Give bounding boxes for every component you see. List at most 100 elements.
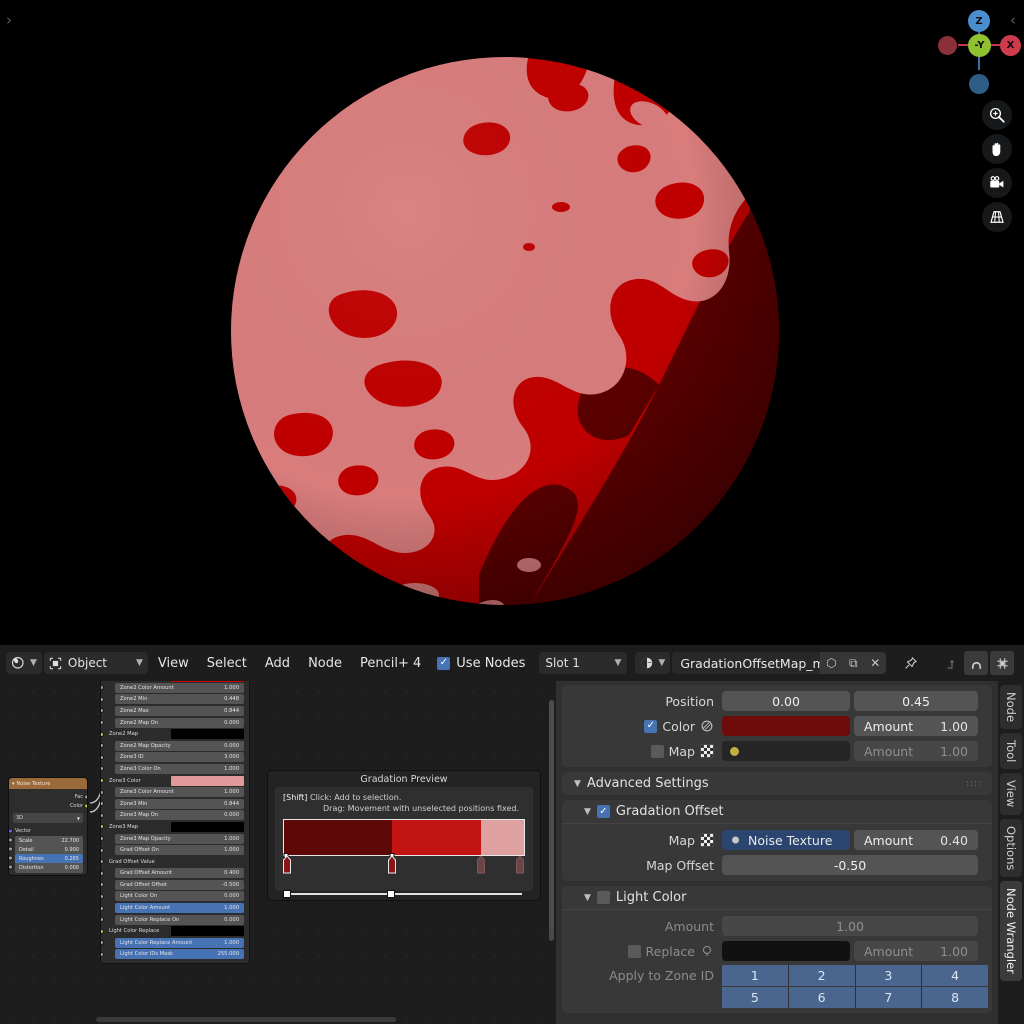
gizmo-axis-y[interactable]: -Y (968, 34, 991, 57)
n-panel-properties[interactable]: Position 0.00 0.45 ✓ Color Amount 1.00 ✓ (556, 681, 998, 1024)
menu-node[interactable]: Node (300, 652, 350, 674)
node-group-row[interactable]: Light Color Replace On0.000 (101, 914, 249, 926)
zone-id-button-2[interactable]: 2 (789, 965, 856, 986)
light-color-amount-field[interactable]: 1.00 (722, 916, 978, 936)
material-slot-dropdown[interactable]: Slot 1 ▼ (539, 652, 627, 674)
node-socket-dot[interactable] (100, 708, 104, 713)
node-row-field[interactable]: Grad Offset Offset-0.500 (115, 880, 244, 890)
viewport-left-collapse-icon[interactable]: › (2, 8, 16, 32)
noise-input-detail[interactable]: Detail 0.900 (13, 844, 83, 853)
node-row-color-swatch[interactable] (171, 776, 244, 786)
node-row-color-swatch[interactable] (171, 822, 244, 832)
gradation-map-amount-field[interactable]: Amount 0.40 (854, 830, 978, 850)
gradation-map-value-field[interactable]: Noise Texture (722, 830, 850, 850)
range-slider-max-handle[interactable] (387, 890, 395, 898)
node-socket-dot[interactable] (100, 859, 104, 864)
node-group-row[interactable]: Zone3 Map (101, 821, 249, 833)
node-group-row[interactable]: Light Color Amount1.000 (101, 902, 249, 914)
node-socket-dot[interactable] (100, 685, 104, 690)
node-socket-dot[interactable] (100, 790, 104, 795)
noise-output-fac[interactable]: Fac (13, 792, 83, 801)
node-socket-dot[interactable] (100, 906, 104, 911)
node-socket-dot[interactable] (100, 697, 104, 702)
zone-id-button-1[interactable]: 1 (722, 965, 789, 986)
light-color-replace-row[interactable]: ✓ Replace Amount 1.00 (562, 940, 992, 962)
node-group-row[interactable]: Zone2 Map (101, 728, 249, 740)
editor-type-button[interactable]: ▼ (6, 652, 42, 674)
noise-fac-socket[interactable] (84, 794, 89, 799)
advanced-settings-grip-icon[interactable]: :::: (966, 779, 982, 789)
node-row-field[interactable]: Zone2 Map On0.000 (115, 718, 244, 728)
menu-add[interactable]: Add (257, 652, 298, 674)
noise-vector-socket[interactable] (8, 828, 13, 833)
node-socket-dot[interactable] (100, 720, 104, 725)
fake-user-button[interactable]: ⬡ (820, 652, 842, 674)
replace-checkbox[interactable]: ✓ (628, 945, 641, 958)
light-color-header[interactable]: ▼ ✓ Light Color (562, 886, 992, 909)
node-socket-dot[interactable] (100, 940, 104, 945)
menu-view[interactable]: View (150, 652, 197, 674)
gradation-ramp-segment[interactable] (392, 820, 481, 855)
gizmo-axis-x[interactable]: X (1000, 35, 1021, 56)
snap-target-button[interactable] (990, 651, 1014, 675)
snap-magnet-button[interactable] (964, 651, 988, 675)
gizmo-axis-z[interactable]: Z (968, 10, 990, 32)
zone-id-button-6[interactable]: 6 (789, 987, 856, 1008)
gradation-preview-panel[interactable]: Gradation Preview [Shift] Click: Add to … (267, 770, 541, 901)
node-row-color-swatch[interactable] (171, 926, 244, 936)
node-row-field[interactable]: Zone2 Min0.448 (115, 694, 244, 704)
shader-type-dropdown[interactable]: Object ▼ (44, 652, 148, 674)
noise-texture-node[interactable]: ▾ Noise Texture Fac Color 3D ▼ V (8, 777, 88, 876)
noise-distortion-socket[interactable] (8, 864, 13, 869)
node-group-row[interactable]: Zone3 Color Amount1.000 (101, 786, 249, 798)
map-offset-value-field[interactable]: -0.50 (722, 855, 978, 875)
zone-id-button-7[interactable]: 7 (856, 987, 923, 1008)
shader-node-canvas[interactable]: ▾ Noise Texture Fac Color 3D ▼ V (0, 681, 556, 1024)
node-socket-dot[interactable] (100, 766, 104, 771)
gizmo-axis-neg-x[interactable] (938, 36, 957, 55)
node-socket-dot[interactable] (100, 894, 104, 899)
node-group-row[interactable]: Zone3 Color On1.000 (101, 763, 249, 775)
zone-id-button-3[interactable]: 3 (856, 965, 923, 986)
color-swatch[interactable] (722, 716, 850, 736)
node-row-field[interactable]: Zone3 Color Amount1.000 (115, 787, 244, 797)
node-socket-dot[interactable] (100, 801, 104, 806)
viewport-perspective-button[interactable] (982, 202, 1012, 232)
light-color-amount-row[interactable]: Amount 1.00 (562, 915, 992, 937)
node-row-field[interactable]: Light Color Replace Amount1.000 (115, 938, 244, 948)
gradation-offset-chevron-icon[interactable]: ▼ (584, 807, 591, 817)
side-tab-view[interactable]: View (1000, 773, 1022, 814)
viewport-navigation-gizmo[interactable]: Z X -Y (936, 2, 1022, 88)
node-row-field[interactable]: Grad Offset Amount0.400 (115, 868, 244, 878)
node-row-field[interactable]: Zone3 Map Opacity1.000 (115, 834, 244, 844)
side-tab-options[interactable]: Options (1000, 819, 1022, 877)
gradation-range-slider[interactable] (283, 890, 525, 898)
viewport-camera-button[interactable] (982, 168, 1012, 198)
node-group-row[interactable]: Zone2 Min0.448 (101, 694, 249, 706)
gradation-handle-row[interactable] (283, 856, 525, 876)
node-group-row[interactable]: Zone3 Min0.844 (101, 798, 249, 810)
noise-color-socket[interactable] (84, 803, 89, 808)
unlink-material-button[interactable]: ✕ (864, 652, 886, 674)
node-group-row[interactable]: Zone3 ID3.000 (101, 752, 249, 764)
gradation-stop-flag[interactable] (283, 856, 292, 874)
light-color-checkbox[interactable]: ✓ (597, 891, 610, 904)
noise-roughness-socket[interactable] (8, 855, 13, 860)
advanced-settings-chevron-icon[interactable]: ▼ (574, 779, 581, 789)
node-group-inputs-node[interactable]: Zone2 ColorZone2 Color Amount1.000Zone2 … (100, 681, 250, 964)
node-group-row[interactable]: Light Color On0.000 (101, 891, 249, 903)
zone-id-buttons-2[interactable]: 5678 (722, 987, 988, 1008)
node-row-color-swatch[interactable] (171, 729, 244, 739)
duplicate-material-button[interactable]: ⧉ (842, 652, 864, 674)
gradation-stop-flag[interactable] (516, 856, 525, 874)
gradation-stop-flag[interactable] (387, 856, 396, 874)
node-socket-dot[interactable] (100, 755, 104, 760)
noise-input-scale[interactable]: Scale 22.700 (13, 835, 83, 844)
color-checkbox[interactable]: ✓ (644, 720, 657, 733)
3d-viewport[interactable]: › ‹ (0, 0, 1024, 645)
node-socket-dot[interactable] (100, 778, 104, 783)
viewport-pan-button[interactable] (982, 134, 1012, 164)
node-group-row[interactable]: Zone2 Color Amount1.000 (101, 682, 249, 694)
node-socket-dot[interactable] (100, 813, 104, 818)
noise-node-collapse-icon[interactable]: ▾ (12, 781, 15, 787)
